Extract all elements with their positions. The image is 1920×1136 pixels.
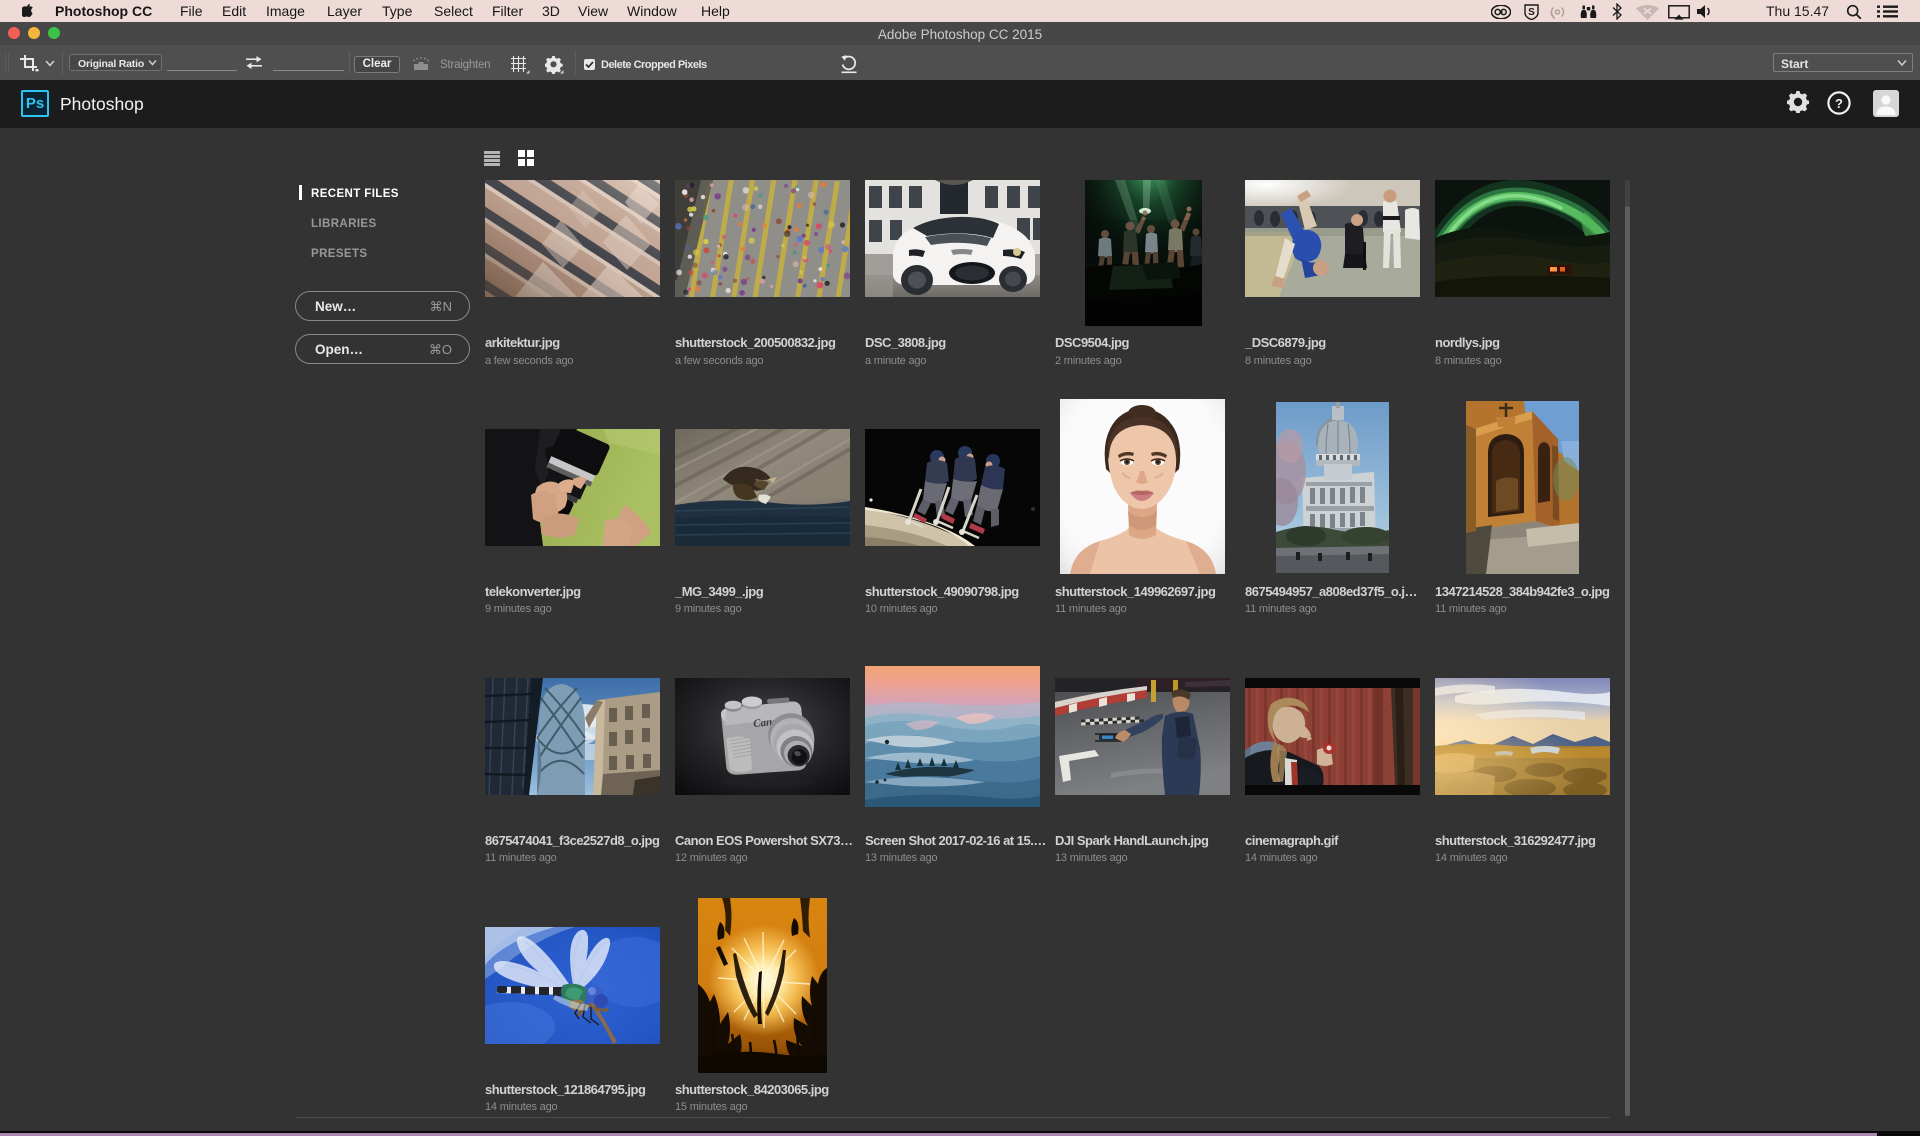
svg-text:?: ? (1835, 96, 1843, 111)
svg-text:S: S (1528, 7, 1535, 18)
